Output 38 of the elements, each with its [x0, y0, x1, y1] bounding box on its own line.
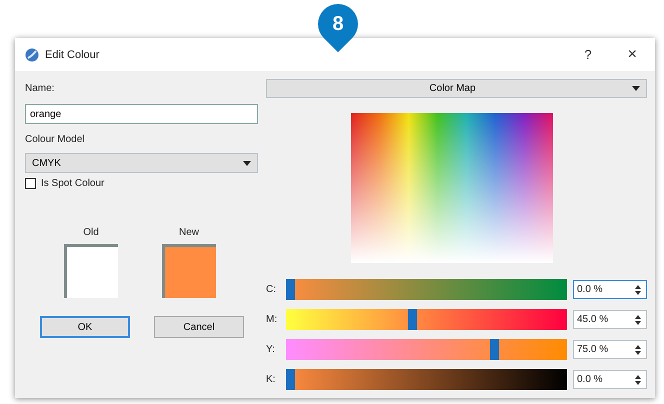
spin-arrows-icon [635, 284, 641, 294]
channel-slider[interactable] [286, 309, 567, 330]
spin-arrows-icon [635, 374, 641, 384]
colour-model-label: Colour Model [25, 134, 86, 145]
channel-spinbox[interactable]: 75.0 % [573, 340, 647, 359]
close-button[interactable]: × [620, 44, 645, 66]
spin-arrows-icon [635, 314, 641, 324]
channel-label: C: [266, 284, 277, 295]
channel-spinbox[interactable]: 0.0 % [573, 370, 647, 389]
ok-button[interactable]: OK [40, 316, 130, 338]
channel-spinbox[interactable]: 0.0 % [573, 280, 647, 299]
colour-map[interactable] [350, 113, 552, 263]
old-label: Old [83, 227, 99, 238]
spot-colour-label: Is Spot Colour [41, 178, 104, 189]
channel-label: M: [266, 314, 278, 325]
old-colour-swatch [64, 244, 118, 298]
channel-label: K: [266, 374, 276, 385]
new-label: New [178, 227, 199, 238]
channel-label: Y: [266, 344, 276, 355]
globe-icon [25, 48, 39, 62]
cancel-button[interactable]: Cancel [154, 316, 244, 338]
channel-spinbox[interactable]: 45.0 % [573, 310, 647, 329]
help-button[interactable]: ? [576, 45, 600, 64]
colour-model-dropdown[interactable]: CMYK [25, 153, 258, 173]
slider-thumb[interactable] [286, 369, 295, 390]
new-colour-swatch [162, 244, 216, 298]
colour-map-dropdown[interactable]: Color Map [266, 79, 647, 98]
name-field[interactable]: orange [25, 104, 258, 124]
channel-slider[interactable] [286, 339, 567, 360]
slider-thumb[interactable] [286, 279, 295, 300]
channel-slider[interactable] [286, 369, 567, 390]
name-label: Name: [25, 83, 56, 94]
slider-thumb[interactable] [490, 339, 499, 360]
spin-arrows-icon [635, 344, 641, 354]
spot-colour-checkbox[interactable] [25, 178, 36, 189]
channel-slider[interactable] [286, 279, 567, 300]
slider-thumb[interactable] [408, 309, 418, 330]
window-title: Edit Colour [45, 48, 100, 60]
